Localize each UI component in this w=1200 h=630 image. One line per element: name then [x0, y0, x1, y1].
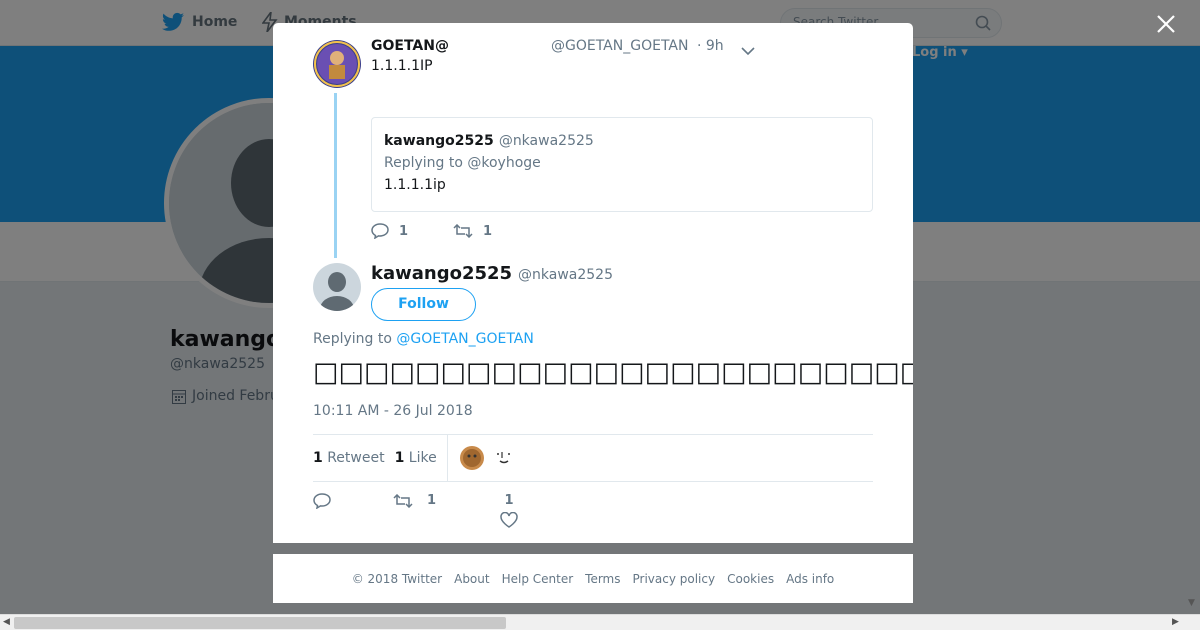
- main-tweet-avatar[interactable]: [313, 263, 361, 311]
- replying-prefix: Replying to: [313, 331, 397, 347]
- avatar-image-icon: [491, 446, 516, 470]
- quoted-tweet[interactable]: kawango2525 @nkawa2525 Replying to @koyh…: [371, 117, 873, 212]
- likes-stat[interactable]: 1 Like: [395, 450, 437, 466]
- parent-tweet-actions: 1 1: [371, 223, 535, 239]
- retweets-stat-count: 1: [313, 450, 323, 466]
- retweet-count: 1: [483, 223, 493, 239]
- footer-copyright: © 2018 Twitter: [351, 571, 443, 586]
- horizontal-scrollbar[interactable]: ◀ ▶: [0, 614, 1200, 630]
- reply-icon: [313, 493, 331, 510]
- reply-button[interactable]: 1: [371, 223, 453, 239]
- footer-link-help-center[interactable]: Help Center: [502, 572, 574, 586]
- follow-button[interactable]: Follow: [371, 288, 476, 321]
- scroll-left-arrow-icon[interactable]: ◀: [3, 617, 10, 627]
- heart-icon: [500, 511, 518, 528]
- replying-mention-link[interactable]: @GOETAN_GOETAN: [396, 331, 533, 347]
- close-icon: [1157, 15, 1175, 33]
- footer-link-terms[interactable]: Terms: [585, 572, 620, 586]
- scroll-down-arrow-icon[interactable]: ▼: [1188, 598, 1195, 608]
- reply-count: 1: [399, 223, 409, 239]
- main-tweet-replying: Replying to @GOETAN_GOETAN: [313, 331, 534, 347]
- parent-tweet-time[interactable]: · 9h: [697, 38, 724, 54]
- footer-link-privacy-policy[interactable]: Privacy policy: [633, 572, 716, 586]
- quoted-tweet-replying: Replying to @koyhoge: [384, 155, 541, 171]
- main-tweet-date[interactable]: 10:11 AM - 26 Jul 2018: [313, 403, 473, 419]
- quoted-tweet-handle: @nkawa2525: [498, 133, 594, 149]
- avatar-image-icon: [459, 446, 484, 470]
- footer-link-ads-info[interactable]: Ads info: [786, 572, 834, 586]
- chevron-down-icon: [741, 47, 755, 56]
- vertical-scrollbar[interactable]: ▼: [1184, 46, 1200, 614]
- avatar-image-icon: [313, 40, 361, 88]
- tweet-permalink-modal: GOETAN@ @GOETAN_GOETAN · 9h 1.1.1.1IP ka…: [273, 23, 913, 543]
- like-button[interactable]: 1: [499, 493, 519, 532]
- tweet-stats: 1 Retweet 1 Like: [313, 434, 873, 482]
- quoted-tweet-name: kawango2525: [384, 133, 494, 149]
- retweet-count: 1: [427, 493, 437, 508]
- tweet-options-button[interactable]: [741, 41, 755, 60]
- liker-avatar[interactable]: [459, 446, 484, 470]
- parent-tweet-name[interactable]: GOETAN@: [371, 38, 449, 54]
- retweet-button[interactable]: 1: [393, 493, 436, 508]
- quoted-tweet-text: 1.1.1.1ip: [384, 177, 446, 193]
- likes-stat-label: Like: [408, 450, 437, 466]
- footer-link-about[interactable]: About: [454, 572, 489, 586]
- stats-divider: [446, 435, 448, 481]
- reply-icon: [371, 223, 389, 239]
- scroll-right-arrow-icon[interactable]: ▶: [1172, 617, 1179, 627]
- close-button[interactable]: [1154, 12, 1180, 38]
- main-tweet-name[interactable]: kawango2525: [371, 263, 512, 284]
- retweet-icon: [453, 224, 473, 238]
- modal-footer: © 2018 Twitter About Help Center Terms P…: [273, 554, 913, 603]
- likes-stat-count: 1: [394, 450, 405, 466]
- retweet-button[interactable]: 1: [453, 224, 535, 239]
- retweet-icon: [393, 493, 413, 508]
- reply-button[interactable]: [313, 493, 331, 513]
- liker-avatar[interactable]: [491, 446, 516, 470]
- like-count: 1: [504, 493, 514, 508]
- horizontal-scroll-thumb[interactable]: [14, 617, 506, 629]
- main-tweet-handle[interactable]: @nkawa2525: [518, 267, 613, 283]
- retweets-stat-label: Retweet: [327, 450, 385, 466]
- parent-tweet-text: 1.1.1.1IP: [371, 58, 433, 74]
- default-avatar-icon: [313, 263, 361, 311]
- footer-link-cookies[interactable]: Cookies: [727, 572, 774, 586]
- thread-line: [334, 93, 337, 258]
- parent-tweet-handle[interactable]: @GOETAN_GOETAN: [551, 38, 688, 54]
- parent-tweet-avatar[interactable]: [313, 40, 361, 88]
- retweets-stat[interactable]: 1 Retweet: [313, 450, 385, 466]
- main-tweet-text: □□□□□□□□□□□□□□□□□□□□□□□□□□□□□□□□□□□□□□□□…: [313, 357, 913, 388]
